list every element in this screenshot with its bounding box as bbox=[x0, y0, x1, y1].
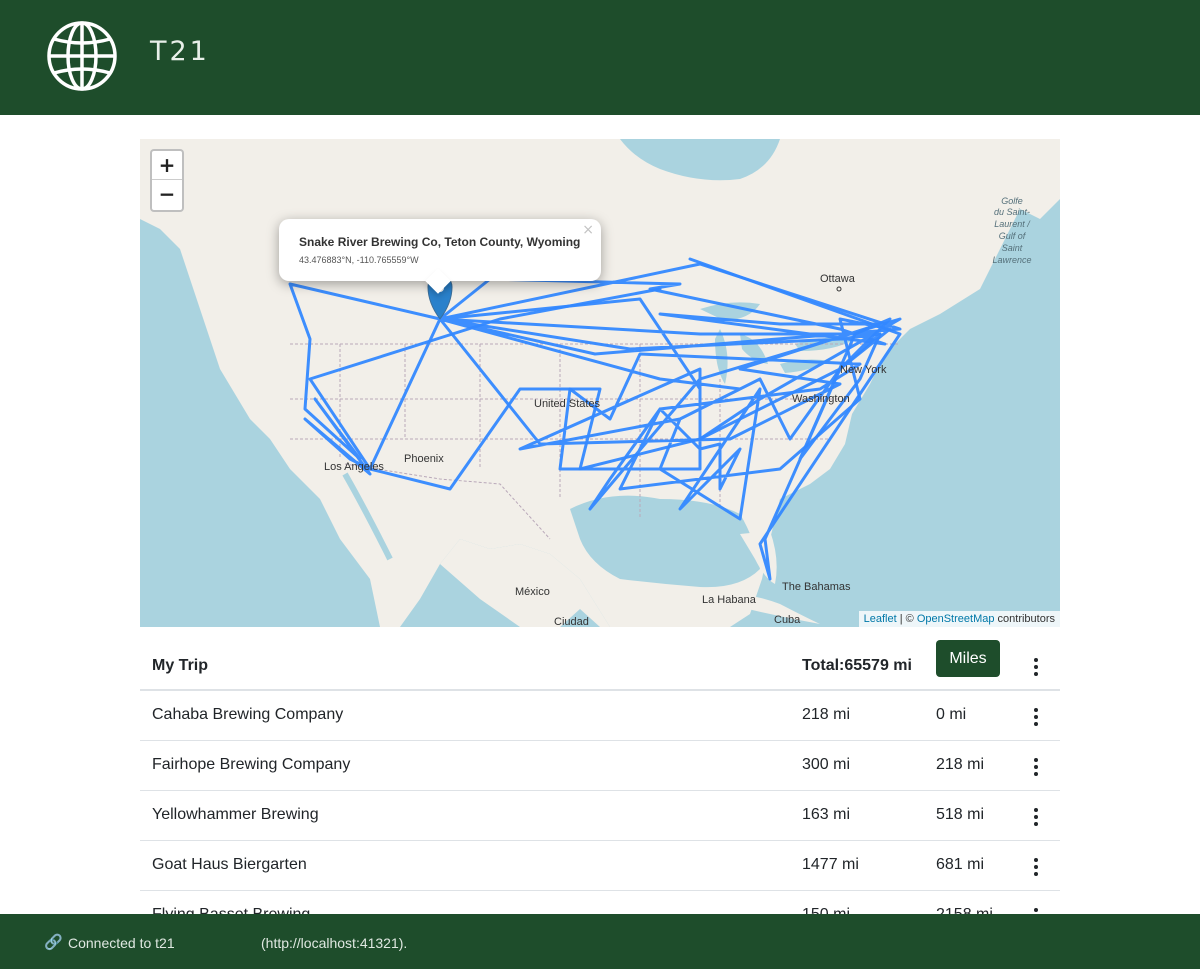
trip-header-row: My Trip Total:65579 mi Miles bbox=[140, 627, 1060, 691]
svg-text:Golfe: Golfe bbox=[1001, 196, 1023, 206]
label-ciudad: Ciudad bbox=[554, 616, 589, 627]
map-popup: × Snake River Brewing Co, Teton County, … bbox=[279, 219, 601, 294]
zoom-control: + − bbox=[150, 149, 184, 212]
link-icon: 🔗 bbox=[44, 934, 63, 951]
footer: 🔗 Connected to t21 (http://localhost:413… bbox=[0, 914, 1200, 969]
svg-text:Laurent /: Laurent / bbox=[994, 219, 1031, 229]
trip-total: Total:65579 mi bbox=[802, 657, 912, 674]
connection-status[interactable]: Connected to t21 bbox=[68, 935, 175, 951]
label-new-york: New York bbox=[840, 364, 887, 376]
trip-title: My Trip bbox=[152, 657, 209, 674]
close-icon[interactable]: × bbox=[582, 222, 594, 238]
leaflet-link[interactable]: Leaflet bbox=[864, 613, 897, 625]
label-cuba: Cuba bbox=[774, 614, 801, 626]
svg-text:du Saint-: du Saint- bbox=[994, 207, 1030, 217]
osm-link[interactable]: OpenStreetMap bbox=[917, 613, 995, 625]
map[interactable]: Ottawa New York Washington United States… bbox=[140, 139, 1060, 627]
more-options-icon[interactable] bbox=[1033, 658, 1039, 676]
units-button[interactable]: Miles bbox=[936, 640, 1000, 677]
label-la-habana: La Habana bbox=[702, 594, 757, 606]
row-options-icon[interactable] bbox=[1033, 708, 1039, 726]
table-row[interactable]: Yellowhammer Brewing 163 mi 518 mi bbox=[140, 791, 1060, 841]
cumulative-distance: 0 mi bbox=[936, 706, 967, 723]
place-name: Yellowhammer Brewing bbox=[152, 806, 319, 823]
place-name: Fairhope Brewing Company bbox=[152, 756, 351, 773]
row-options-icon[interactable] bbox=[1033, 758, 1039, 776]
label-phoenix: Phoenix bbox=[404, 453, 444, 465]
server-url: (http://localhost:41321). bbox=[261, 935, 408, 951]
svg-text:Gulf of: Gulf of bbox=[999, 231, 1027, 241]
cumulative-distance: 681 mi bbox=[936, 856, 985, 873]
label-los-angeles: Los Angeles bbox=[324, 461, 384, 473]
row-options-icon[interactable] bbox=[1033, 858, 1039, 876]
trip-table: My Trip Total:65579 mi Miles Cahaba Brew… bbox=[140, 627, 1060, 941]
label-ottawa: Ottawa bbox=[820, 273, 856, 285]
leg-distance: 300 mi bbox=[802, 756, 851, 773]
table-row[interactable]: Cahaba Brewing Company 218 mi 0 mi bbox=[140, 691, 1060, 741]
zoom-in-button[interactable]: + bbox=[152, 151, 182, 180]
svg-text:Saint: Saint bbox=[1002, 243, 1023, 253]
table-row[interactable]: Fairhope Brewing Company 300 mi 218 mi bbox=[140, 741, 1060, 791]
table-row[interactable]: Goat Haus Biergarten 1477 mi 681 mi bbox=[140, 841, 1060, 891]
zoom-out-button[interactable]: − bbox=[152, 180, 182, 209]
label-bahamas: The Bahamas bbox=[782, 581, 851, 593]
svg-text:Lawrence: Lawrence bbox=[992, 255, 1031, 265]
label-mexico: México bbox=[515, 586, 550, 598]
place-name: Goat Haus Biergarten bbox=[152, 856, 307, 873]
app-title: T21 bbox=[150, 36, 210, 67]
popup-title: Snake River Brewing Co, Teton County, Wy… bbox=[299, 235, 581, 249]
leg-distance: 218 mi bbox=[802, 706, 851, 723]
leg-distance: 163 mi bbox=[802, 806, 851, 823]
leg-distance: 1477 mi bbox=[802, 856, 859, 873]
row-options-icon[interactable] bbox=[1033, 808, 1039, 826]
place-name: Cahaba Brewing Company bbox=[152, 706, 344, 723]
label-washington: Washington bbox=[792, 393, 850, 405]
globe-icon[interactable] bbox=[46, 20, 118, 92]
app-header: T21 bbox=[0, 0, 1200, 115]
cumulative-distance: 218 mi bbox=[936, 756, 985, 773]
label-united-states: United States bbox=[534, 398, 601, 410]
map-tiles: Ottawa New York Washington United States… bbox=[140, 139, 1060, 627]
cumulative-distance: 518 mi bbox=[936, 806, 985, 823]
popup-coords: 43.476883°N, -110.765559°W bbox=[299, 255, 419, 265]
map-attribution: Leaflet | © OpenStreetMap contributors bbox=[858, 611, 1060, 627]
